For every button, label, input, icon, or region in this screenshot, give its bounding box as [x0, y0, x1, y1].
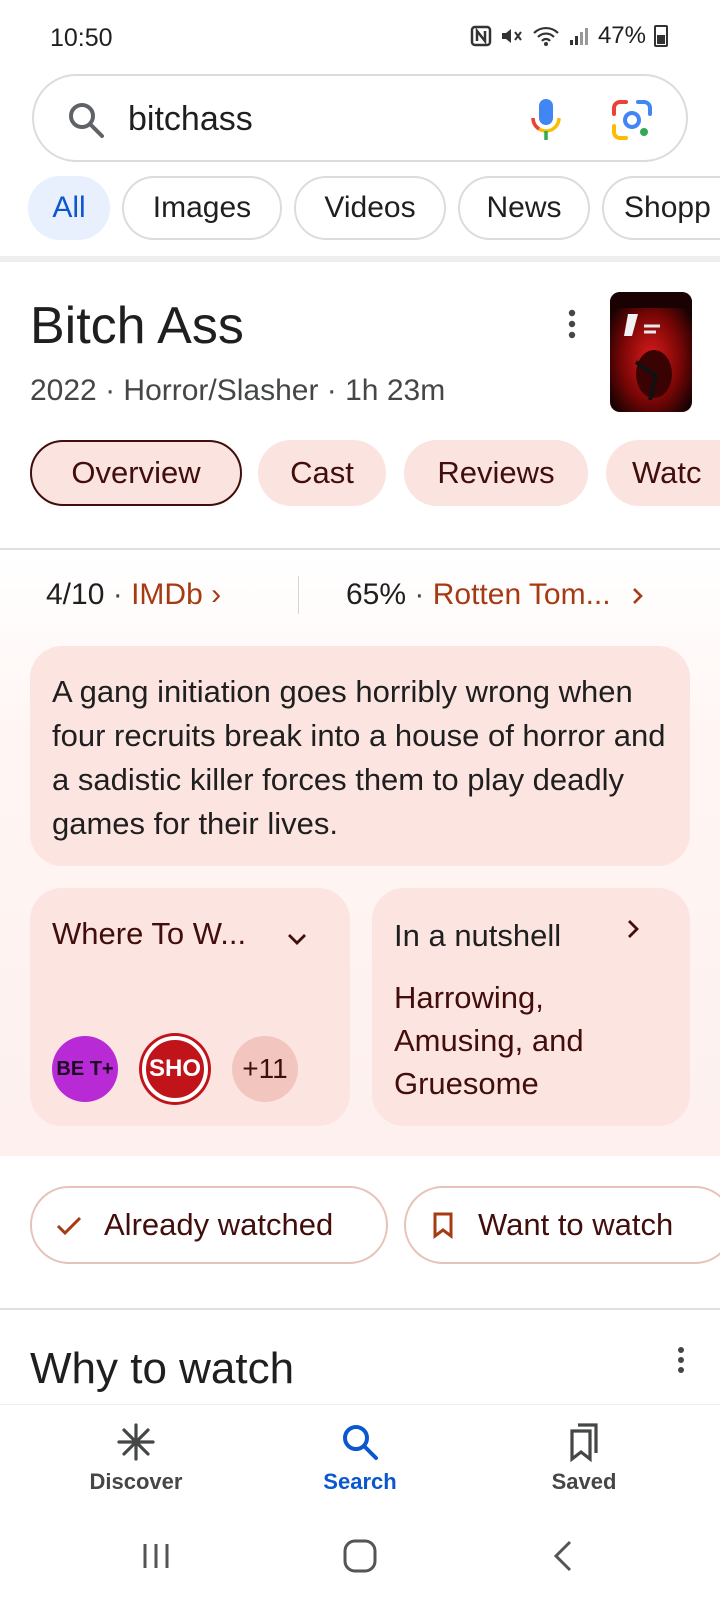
- nav-search[interactable]: Search: [280, 1421, 440, 1495]
- lens-icon[interactable]: [608, 96, 656, 144]
- checkmark-icon: [56, 1216, 82, 1236]
- ratings-divider: [298, 576, 299, 614]
- system-navigation-bar: [0, 1514, 720, 1600]
- battery-level: 47%: [597, 22, 646, 49]
- chevron-right-icon[interactable]: [622, 918, 644, 940]
- movie-summary: A gang initiation goes horribly wrong wh…: [52, 674, 666, 841]
- nav-saved-label: Saved: [551, 1469, 617, 1494]
- already-watched-label: Already watched: [104, 1207, 334, 1242]
- search-input[interactable]: bitchass: [128, 100, 253, 139]
- back-icon[interactable]: [540, 1534, 588, 1578]
- more-providers-badge[interactable]: +11: [232, 1036, 298, 1102]
- rotten-tomatoes-rating[interactable]: 65% · Rotten Tom...: [346, 578, 647, 612]
- search-bar[interactable]: bitchass: [32, 74, 688, 162]
- imdb-rating[interactable]: 4/10 · IMDb ›: [46, 578, 221, 612]
- more-options-icon[interactable]: [676, 1346, 686, 1374]
- signal-icon: [569, 28, 588, 45]
- divider: [0, 256, 720, 262]
- tab-overview[interactable]: Overview: [30, 440, 242, 506]
- nutshell-text: Harrowing, Amusing, and Gruesome: [394, 980, 584, 1101]
- nav-discover-label: Discover: [89, 1469, 183, 1494]
- chevron-down-icon[interactable]: [286, 928, 308, 950]
- nav-discover[interactable]: Discover: [56, 1421, 216, 1495]
- discover-asterisk-icon: [117, 1423, 155, 1461]
- rating-separator-dot: ·: [414, 578, 425, 611]
- home-icon[interactable]: [336, 1534, 384, 1578]
- imdb-link[interactable]: IMDb ›: [131, 578, 221, 611]
- where-to-watch-title: Where To W...: [52, 916, 247, 951]
- rating-separator-dot: ·: [112, 578, 123, 611]
- status-bar: 10:50 47%: [0, 0, 720, 72]
- chevron-right-icon: [633, 588, 643, 604]
- nav-search-label: Search: [323, 1469, 397, 1494]
- bookmark-icon: [433, 1212, 453, 1239]
- status-icons: 47%: [470, 22, 668, 50]
- already-watched-button[interactable]: Already watched: [30, 1186, 388, 1264]
- imdb-score: 4/10: [46, 578, 105, 611]
- saved-bookmarks-icon: [570, 1423, 598, 1463]
- summary-card[interactable]: A gang initiation goes horribly wrong wh…: [30, 646, 690, 866]
- status-time: 10:50: [50, 24, 113, 52]
- search-icon: [343, 1425, 378, 1460]
- bottom-navigation: Discover Search Saved: [0, 1404, 720, 1514]
- filter-chips: All Images Videos News Shopp: [0, 176, 720, 240]
- more-options-icon[interactable]: [566, 308, 578, 340]
- movie-title: Bitch Ass: [30, 297, 244, 355]
- entity-tabs: Overview Cast Reviews Watc: [0, 440, 720, 508]
- movie-poster[interactable]: [610, 292, 692, 412]
- filter-chip-videos[interactable]: Videos: [294, 176, 446, 240]
- nfc-icon: [470, 25, 492, 47]
- filter-chip-news[interactable]: News: [458, 176, 590, 240]
- recent-apps-icon[interactable]: [132, 1534, 180, 1578]
- wifi-icon: [533, 26, 559, 46]
- nav-saved[interactable]: Saved: [504, 1421, 664, 1495]
- filter-chip-shopping[interactable]: Shopp: [602, 176, 720, 240]
- filter-chip-images[interactable]: Images: [122, 176, 282, 240]
- want-to-watch-label: Want to watch: [478, 1207, 674, 1242]
- provider-showtime-logo[interactable]: SHO: [142, 1036, 208, 1102]
- want-to-watch-button[interactable]: Want to watch: [404, 1186, 720, 1264]
- search-icon: [69, 103, 104, 138]
- mute-icon: [501, 29, 522, 43]
- nutshell-title: In a nutshell: [394, 918, 562, 953]
- tab-cast[interactable]: Cast: [258, 440, 386, 506]
- tab-reviews[interactable]: Reviews: [404, 440, 588, 506]
- rt-score: 65%: [346, 578, 407, 611]
- filter-chip-all[interactable]: All: [28, 176, 110, 240]
- provider-bet-plus-logo[interactable]: BE T+: [52, 1036, 118, 1102]
- rotten-tomatoes-link[interactable]: Rotten Tom...: [433, 578, 611, 611]
- tab-watch[interactable]: Watc: [606, 440, 720, 506]
- why-to-watch-heading: Why to watch: [30, 1344, 295, 1393]
- ratings-row: 4/10 · IMDb › 65% · Rotten Tom...: [0, 572, 720, 622]
- battery-icon: [654, 25, 668, 47]
- nutshell-card[interactable]: In a nutshell Harrowing, Amusing, and Gr…: [372, 888, 690, 1126]
- mic-icon[interactable]: [524, 96, 568, 144]
- movie-meta: 2022 · Horror/Slasher · 1h 23m: [30, 374, 446, 407]
- where-to-watch-card[interactable]: Where To W... BE T+ SHO +11: [30, 888, 350, 1126]
- divider: [0, 1308, 720, 1310]
